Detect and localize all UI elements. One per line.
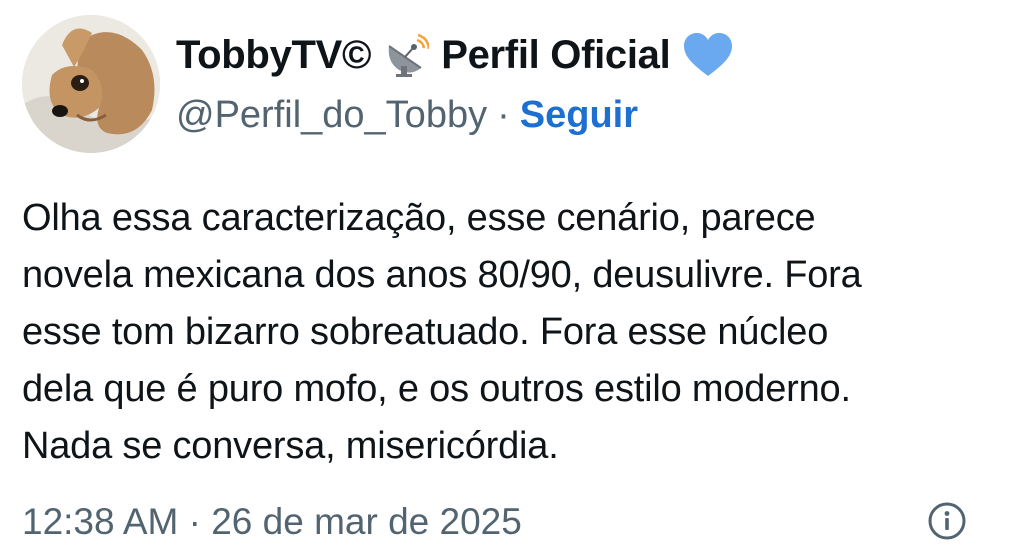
name-row: TobbyTV© Perfil Oficial — [176, 28, 1007, 82]
dog-avatar-icon — [22, 15, 160, 153]
info-icon[interactable] — [927, 501, 967, 541]
satellite-antenna-icon — [383, 32, 431, 78]
tweet-text-line: dela que é puro mofo, e os outros estilo… — [22, 368, 851, 410]
tweet-text-line: novela mexicana dos anos 80/90, deusuliv… — [22, 254, 862, 296]
user-handle[interactable]: @Perfil_do_Tobby — [176, 94, 487, 137]
tweet-text-line: Olha essa caracterização, esse cenário, … — [22, 197, 816, 239]
tweet-meta: 12:38 AM · 26 de mar de 2025 — [22, 497, 1007, 547]
tweet-text-line: Nada se conversa, misericórdia. — [22, 425, 559, 467]
display-name[interactable]: TobbyTV© — [176, 33, 372, 78]
follow-button[interactable]: Seguir — [520, 94, 638, 137]
tweet-text: Olha essa caracterização, esse cenário, … — [22, 190, 1007, 475]
avatar[interactable] — [22, 15, 160, 153]
tweet-text-line: esse tom bizarro sobreatuado. Fora esse … — [22, 311, 829, 353]
separator-dot: · — [497, 93, 510, 136]
official-label: Perfil Oficial — [441, 32, 671, 77]
timestamp[interactable]: 12:38 AM · 26 de mar de 2025 — [22, 501, 522, 543]
blue-heart-icon — [682, 32, 734, 78]
tweet-card: TobbyTV© Perfil Oficial @Perfil_do_Tobby… — [0, 0, 1027, 550]
handle-row: @Perfil_do_Tobby · Seguir — [176, 90, 1007, 140]
tweet-header: TobbyTV© Perfil Oficial @Perfil_do_Tobby… — [176, 28, 1007, 140]
